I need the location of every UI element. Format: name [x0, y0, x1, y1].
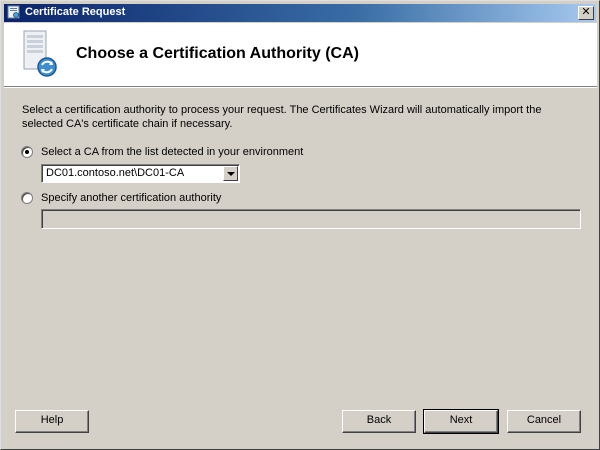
back-button[interactable]: Back — [342, 410, 416, 433]
wizard-header: Choose a Certification Authority (CA) — [4, 23, 597, 88]
window-title: Certificate Request — [25, 6, 126, 18]
help-button[interactable]: Help — [15, 410, 89, 433]
title-bar[interactable]: Certificate Request ✕ — [4, 4, 596, 22]
close-button[interactable]: ✕ — [578, 6, 594, 20]
server-certificate-icon — [23, 30, 57, 77]
dialog-window: Certificate Request ✕ Choose a Certifica… — [0, 0, 600, 450]
next-button[interactable]: Next — [423, 409, 499, 434]
other-ca-field[interactable] — [41, 209, 581, 229]
cancel-button[interactable]: Cancel — [507, 410, 581, 433]
ca-select[interactable]: DC01.contoso.net\DC01-CA — [41, 164, 240, 183]
radio-detected[interactable] — [21, 146, 33, 158]
radio-option-detected[interactable]: Select a CA from the list detected in yo… — [21, 146, 303, 158]
intro-text: Select a certification authority to proc… — [22, 104, 542, 130]
radio-detected-label: Select a CA from the list detected in yo… — [41, 146, 304, 158]
radio-other-label: Specify another certification authority — [41, 192, 222, 204]
chevron-down-icon[interactable] — [223, 166, 238, 181]
ca-select-value: DC01.contoso.net\DC01-CA — [46, 167, 185, 179]
certificate-icon — [7, 5, 20, 19]
radio-other[interactable] — [21, 192, 33, 204]
radio-option-other[interactable]: Specify another certification authority — [21, 192, 221, 204]
page-title: Choose a Certification Authority (CA) — [76, 45, 359, 62]
